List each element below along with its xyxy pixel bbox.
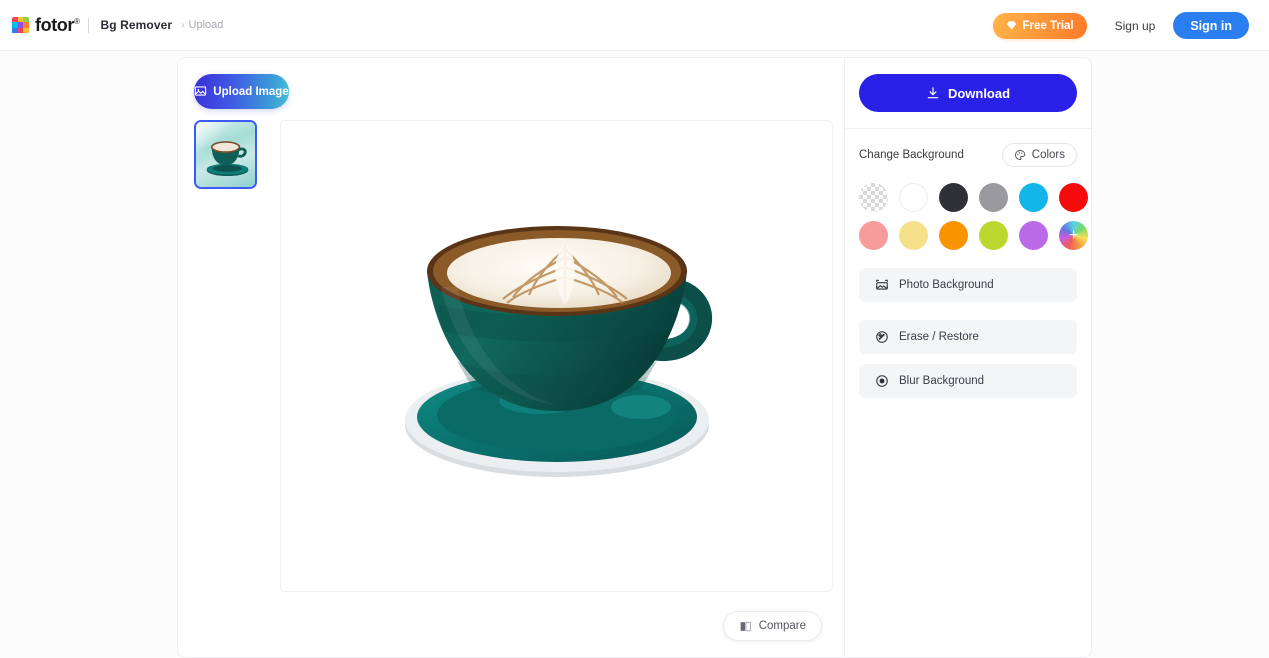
swatch-yellow-green[interactable] [979, 221, 1008, 250]
photo-background-label: Photo Background [899, 279, 994, 291]
compare-split-icon [739, 620, 752, 633]
free-trial-button[interactable]: Free Trial [993, 13, 1086, 39]
editor-area: Upload Image [178, 58, 845, 657]
breadcrumb-separator-icon: › [181, 20, 184, 31]
swatch-transparent[interactable] [859, 183, 888, 212]
logo-text: fotor [35, 15, 74, 35]
swatch-gray[interactable] [979, 183, 1008, 212]
coffee-cup-image [379, 211, 735, 501]
photo-background-button[interactable]: Photo Background [859, 268, 1077, 302]
logo-wordmark: fotor® [35, 16, 79, 34]
swatch-purple[interactable] [1019, 221, 1048, 250]
photo-background-icon [875, 278, 889, 292]
thumbnail-image [196, 122, 257, 189]
colors-label: Colors [1032, 149, 1065, 161]
breadcrumb: Bg Remover › Upload [100, 18, 223, 32]
side-panel: Download Change Background [845, 58, 1091, 657]
compare-label: Compare [759, 620, 806, 632]
header-actions: Free Trial Sign up Sign in [993, 0, 1249, 51]
download-icon [926, 86, 940, 100]
swatch-red[interactable] [1059, 183, 1088, 212]
swatch-cyan[interactable] [1019, 183, 1048, 212]
change-background-row: Change Background Colors [859, 143, 1077, 167]
download-label: Download [948, 86, 1010, 101]
tool-gap [859, 354, 1077, 364]
coffee-cup-thumbnail[interactable] [194, 120, 257, 189]
sign-up-link[interactable]: Sign up [1115, 19, 1156, 33]
swatch-black[interactable] [939, 183, 968, 212]
breadcrumb-bg-remover[interactable]: Bg Remover [100, 18, 172, 32]
palette-icon [1014, 149, 1026, 161]
blur-icon [875, 374, 889, 388]
logo-trademark: ® [74, 17, 80, 26]
colors-button[interactable]: Colors [1002, 143, 1077, 167]
compare-button[interactable]: Compare [723, 611, 822, 641]
image-canvas[interactable] [280, 120, 833, 592]
erase-restore-label: Erase / Restore [899, 331, 979, 343]
add-custom-color-icon: + [1059, 221, 1088, 250]
eraser-icon [875, 330, 889, 344]
editor-card: Upload Image [177, 57, 1092, 658]
erase-restore-button[interactable]: Erase / Restore [859, 320, 1077, 354]
change-background-label: Change Background [859, 149, 964, 161]
swatch-orange[interactable] [939, 221, 968, 250]
breadcrumb-upload[interactable]: Upload [189, 19, 224, 31]
download-button[interactable]: Download [859, 74, 1077, 112]
blur-background-button[interactable]: Blur Background [859, 364, 1077, 398]
download-section: Download [845, 58, 1091, 129]
upload-image-label: Upload Image [213, 86, 288, 98]
fotor-logo-icon [12, 17, 29, 34]
image-upload-icon [194, 85, 207, 98]
header-divider [88, 18, 89, 33]
swatch-light-yellow[interactable] [899, 221, 928, 250]
app-header: fotor® Bg Remover › Upload Free Trial Si… [0, 0, 1269, 51]
blur-background-label: Blur Background [899, 375, 984, 387]
swatch-custom-color[interactable]: + [1059, 221, 1088, 250]
swatch-pink[interactable] [859, 221, 888, 250]
free-trial-label: Free Trial [1022, 20, 1073, 32]
tool-divider-gap [859, 302, 1077, 320]
swatch-white[interactable] [899, 183, 928, 212]
background-color-swatches: + [859, 183, 1077, 250]
upload-image-button[interactable]: Upload Image [194, 74, 289, 109]
brand-logo[interactable]: fotor® [12, 16, 79, 34]
gem-icon [1006, 20, 1017, 31]
workspace-stage: Upload Image [0, 51, 1269, 658]
background-section: Change Background Colors [845, 129, 1091, 398]
sign-in-button[interactable]: Sign in [1173, 12, 1249, 39]
